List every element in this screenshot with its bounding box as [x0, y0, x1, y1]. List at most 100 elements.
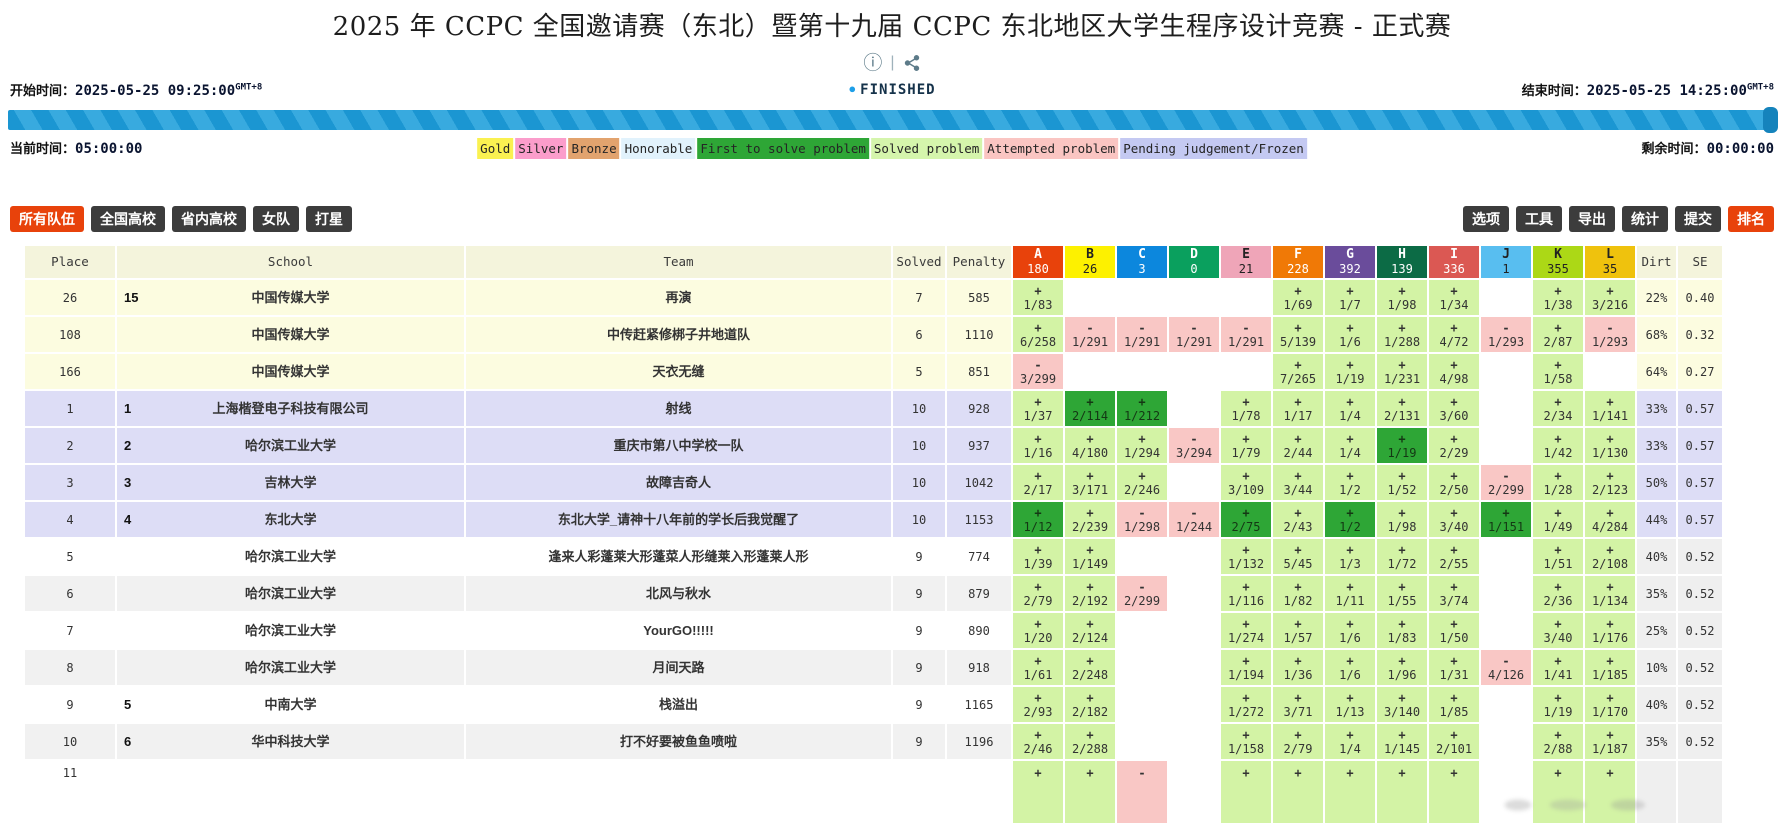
share-icon[interactable]	[903, 54, 921, 72]
result-mark: +	[1034, 432, 1041, 446]
result-mark: -	[1138, 580, 1145, 594]
dirt-cell: 64%	[1637, 354, 1676, 389]
result-mark: -	[1138, 321, 1145, 335]
result-mark: +	[1554, 506, 1561, 520]
filter-button[interactable]: 全国高校	[91, 206, 165, 232]
problem-result-cell: +1/49	[1533, 502, 1583, 537]
problem-result-cell	[1481, 354, 1531, 389]
team-header: Team	[466, 246, 891, 278]
result-mark: +	[1450, 432, 1457, 446]
result-mark: +	[1294, 358, 1301, 372]
result-tries-time: 1/231	[1384, 372, 1420, 386]
team-row[interactable]: 9中南大学5栈溢出91165+2/93+2/182+1/272+3/71+1/1…	[25, 687, 1784, 722]
se-cell: 0.40	[1678, 280, 1722, 315]
problem-result-cell	[1117, 724, 1167, 759]
dirt-cell: 44%	[1637, 502, 1676, 537]
result-tries-time: 1/176	[1592, 631, 1628, 645]
result-mark: +	[1398, 321, 1405, 335]
school-rank: 2	[124, 439, 131, 453]
problem-header[interactable]: D0	[1169, 246, 1219, 278]
result-mark: +	[1398, 432, 1405, 446]
action-button[interactable]: 工具	[1516, 206, 1562, 232]
problem-header[interactable]: I336	[1429, 246, 1479, 278]
problem-result-cell	[1481, 280, 1531, 315]
result-tries-time: 1/2	[1339, 520, 1361, 534]
filter-button[interactable]: 女队	[253, 206, 299, 232]
problem-result-cell: +1/98	[1377, 280, 1427, 315]
filter-button[interactable]: 省内高校	[172, 206, 246, 232]
problem-header[interactable]: H139	[1377, 246, 1427, 278]
contest-progress-bar[interactable]	[8, 110, 1776, 130]
problem-header[interactable]: K355	[1533, 246, 1583, 278]
problem-result-cell: +1/13	[1325, 687, 1375, 722]
result-tries-time: 3/74	[1440, 594, 1469, 608]
problem-result-cell: +3/40	[1429, 502, 1479, 537]
team-row[interactable]: 166中国传媒大学天衣无缝5851-3/299+7/265+1/19+1/231…	[25, 354, 1784, 389]
school-cell: 中南大学5	[117, 687, 464, 722]
team-row[interactable]: 2哈尔滨工业大学2重庆市第八中学校一队10937+1/16+4/180+1/29…	[25, 428, 1784, 463]
solved-cell: 5	[893, 354, 945, 389]
action-button[interactable]: 导出	[1569, 206, 1615, 232]
result-mark: +	[1086, 543, 1093, 557]
problem-result-cell: +1/6	[1325, 317, 1375, 352]
team-row[interactable]: 3吉林大学3故障吉奇人101042+2/17+3/171+2/246+3/109…	[25, 465, 1784, 500]
solved-cell: 9	[893, 576, 945, 611]
problem-result-cell: +2/131	[1377, 391, 1427, 426]
result-tries-time: 1/11	[1336, 594, 1365, 608]
info-icon[interactable]: ⓘ	[863, 54, 882, 73]
problem-solve-count: 1	[1502, 262, 1509, 276]
place-header: Place	[25, 246, 115, 278]
team-row[interactable]: 6哈尔滨工业大学北风与秋水9879+2/79+2/192-2/299+1/116…	[25, 576, 1784, 611]
result-mark: +	[1294, 506, 1301, 520]
problem-header[interactable]: C3	[1117, 246, 1167, 278]
team-row[interactable]: 4东北大学4东北大学_请神十八年前的学长后我觉醒了101153+1/12+2/2…	[25, 502, 1784, 537]
problem-result-cell: +1/78	[1221, 391, 1271, 426]
team-row[interactable]: 5哈尔滨工业大学逢来人彩蓬莱大形蓬菜人形缝莱入形蓬莱人形9774+1/39+1/…	[25, 539, 1784, 574]
team-row[interactable]: 108中国传媒大学中传赶紧修梆子井地道队61110+6/258-1/291-1/…	[25, 317, 1784, 352]
problem-header[interactable]: G392	[1325, 246, 1375, 278]
result-mark: +	[1086, 580, 1093, 594]
result-mark: +	[1606, 395, 1613, 409]
problem-header[interactable]: J1	[1481, 246, 1531, 278]
action-button[interactable]: 排名	[1728, 206, 1774, 232]
action-button[interactable]: 统计	[1622, 206, 1668, 232]
result-tries-time: 1/294	[1124, 446, 1160, 460]
result-mark: +	[1450, 617, 1457, 631]
penalty-cell: 879	[947, 576, 1011, 611]
school-cell: 哈尔滨工业大学2	[117, 428, 464, 463]
problem-result-cell	[1481, 613, 1531, 648]
problem-result-cell: +1/151	[1481, 502, 1531, 537]
result-mark: +	[1034, 506, 1041, 520]
result-mark: +	[1606, 691, 1613, 705]
team-row[interactable]: 26中国传媒大学15再演7585+1/83+1/69+1/7+1/98+1/34…	[25, 280, 1784, 315]
filter-button[interactable]: 打星	[306, 206, 352, 232]
problem-result-cell: +	[1013, 761, 1063, 823]
action-button[interactable]: 选项	[1463, 206, 1509, 232]
problem-header[interactable]: F228	[1273, 246, 1323, 278]
filter-button[interactable]: 所有队伍	[10, 206, 84, 232]
team-row[interactable]: 1上海楷登电子科技有限公司1射线10928+1/37+2/114+1/212+1…	[25, 391, 1784, 426]
problem-header[interactable]: A180	[1013, 246, 1063, 278]
progress-bar-handle[interactable]	[1763, 107, 1778, 133]
result-mark: -	[1190, 432, 1197, 446]
result-mark: -	[1190, 506, 1197, 520]
action-button[interactable]: 提交	[1675, 206, 1721, 232]
result-mark: +	[1034, 766, 1041, 780]
team-row[interactable]: 10华中科技大学6打不好要被鱼鱼喷啦91196+2/46+2/288+1/158…	[25, 724, 1784, 759]
result-tries-time: 1/20	[1024, 631, 1053, 645]
result-tries-time: 6/258	[1020, 335, 1056, 349]
problem-result-cell: +2/93	[1013, 687, 1063, 722]
solved-cell: 10	[893, 502, 945, 537]
result-tries-time: 1/42	[1544, 446, 1573, 460]
problem-header[interactable]: L35	[1585, 246, 1635, 278]
result-tries-time: 3/109	[1228, 483, 1264, 497]
se-cell: 0.57	[1678, 428, 1722, 463]
result-tries-time: 1/52	[1388, 483, 1417, 497]
problem-header[interactable]: B26	[1065, 246, 1115, 278]
result-mark: -	[1606, 321, 1613, 335]
team-row[interactable]: 8哈尔滨工业大学月间天路9918+1/61+2/248+1/194+1/36+1…	[25, 650, 1784, 685]
team-row[interactable]: 7哈尔滨工业大学YourGO!!!!!9890+1/20+2/124+1/274…	[25, 613, 1784, 648]
problem-header[interactable]: E21	[1221, 246, 1271, 278]
se-cell: 0.57	[1678, 502, 1722, 537]
problem-result-cell	[1117, 650, 1167, 685]
